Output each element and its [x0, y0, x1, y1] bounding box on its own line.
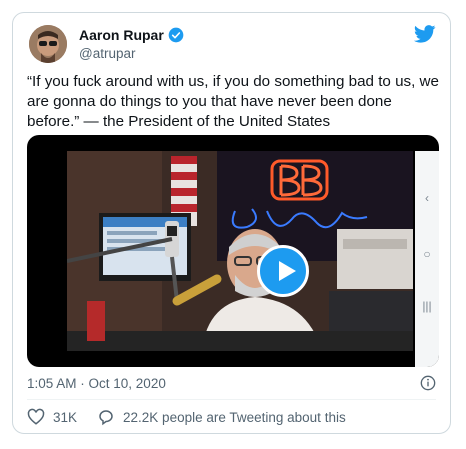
author-name[interactable]: Aaron Rupar — [79, 27, 164, 43]
avatar[interactable] — [29, 25, 67, 63]
heart-icon — [27, 408, 45, 425]
chevron-left-icon[interactable]: ‹ — [415, 191, 439, 205]
info-icon[interactable] — [420, 375, 436, 391]
like-count: 31K — [53, 409, 78, 425]
circle-icon[interactable]: ○ — [415, 247, 439, 261]
play-button[interactable] — [257, 245, 309, 297]
tweet-card: Aaron Rupar @atrupar “If you fuck around… — [12, 12, 451, 434]
tweeting-about-action[interactable]: 22.2K people are Tweeting about this — [97, 408, 346, 426]
twitter-bird-icon[interactable] — [414, 25, 436, 43]
tweeting-about-text: 22.2K people are Tweeting about this — [123, 409, 346, 425]
menu-lines-icon[interactable]: ||| — [415, 299, 439, 313]
comment-icon — [99, 410, 113, 426]
timestamp[interactable]: 1:05 AM · Oct 10, 2020 — [27, 376, 166, 391]
author-handle[interactable]: @atrupar — [79, 46, 135, 61]
like-action[interactable]: 31K — [27, 408, 77, 426]
tweet-actions: 31K 22.2K people are Tweeting about this — [27, 408, 366, 426]
verified-badge-icon — [168, 27, 184, 43]
video-frame[interactable] — [67, 151, 413, 351]
video-player[interactable]: ‹ ○ ||| — [27, 135, 439, 367]
divider — [27, 399, 436, 400]
tweet-text: “If you fuck around with us, if you do s… — [27, 73, 439, 130]
author-row[interactable]: Aaron Rupar — [79, 27, 184, 43]
video-side-controls: ‹ ○ ||| — [415, 151, 439, 367]
